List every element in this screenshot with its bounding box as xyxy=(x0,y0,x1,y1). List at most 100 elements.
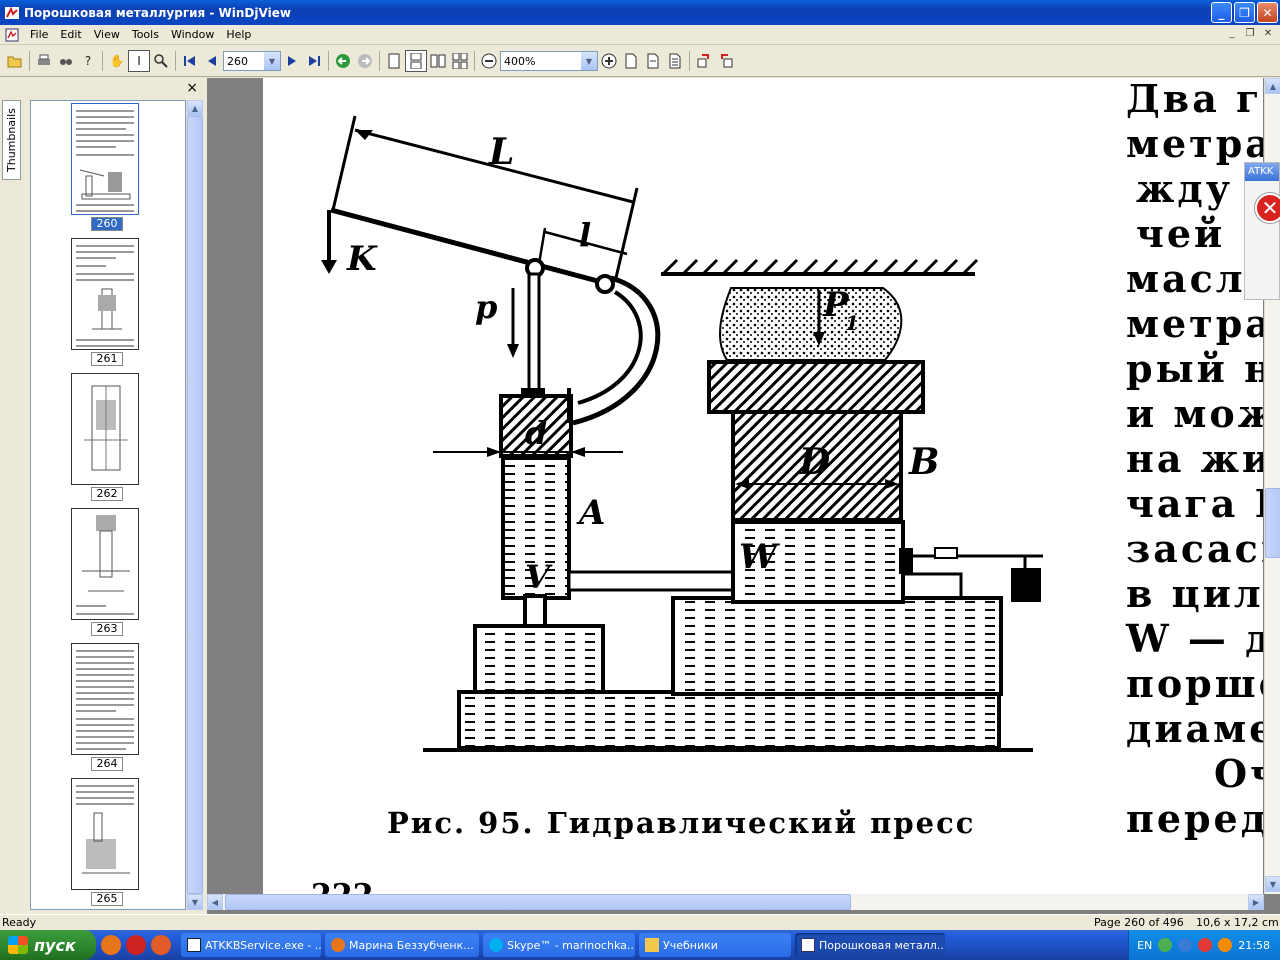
text-line: чей xyxy=(1136,211,1226,256)
title-bar[interactable]: Порошковая металлургия - WinDjView _ ❐ ✕ xyxy=(0,0,1280,25)
hydraulic-press-figure: L l K p P 1 d D B A W V xyxy=(321,115,1043,752)
opera-icon[interactable] xyxy=(126,935,146,955)
page-number-value: 260 xyxy=(227,54,248,68)
back-icon[interactable] xyxy=(332,50,354,72)
label-L: L xyxy=(488,131,514,173)
text-line: на жи xyxy=(1126,436,1263,481)
task-firefox[interactable]: Марина Беззубченк... xyxy=(325,933,479,957)
zoom-value: 400% xyxy=(504,54,536,68)
task-atkkbservice[interactable]: ATKKBService.exe - ... xyxy=(181,933,321,957)
task-label: Учебники xyxy=(663,938,718,952)
task-skype[interactable]: Skype™ - marinochka... xyxy=(483,933,635,957)
select-icon[interactable]: I xyxy=(128,50,150,72)
task-label: Марина Беззубченк... xyxy=(349,938,474,952)
zoom-icon[interactable] xyxy=(150,50,172,72)
task-label: ATKKBService.exe - ... xyxy=(205,938,321,952)
toolbar-separator xyxy=(328,51,329,71)
last-page-icon[interactable] xyxy=(303,50,325,72)
hand-icon[interactable]: ✋ xyxy=(106,50,128,72)
scrollbar-thumb[interactable] xyxy=(187,116,203,894)
minimize-button[interactable]: _ xyxy=(1211,2,1232,23)
forward-icon[interactable] xyxy=(354,50,376,72)
tab-thumbnails[interactable]: Thumbnails xyxy=(2,100,21,180)
thumbnail-scrollbar[interactable]: ▲ ▼ xyxy=(186,100,203,910)
browser-icon[interactable] xyxy=(151,935,171,955)
start-button[interactable]: пуск xyxy=(0,930,96,960)
chevron-down-icon[interactable]: ▼ xyxy=(581,52,597,70)
facing-icon[interactable] xyxy=(427,50,449,72)
prev-page-icon[interactable] xyxy=(201,50,223,72)
mdi-close-button[interactable]: ✕ xyxy=(1260,28,1276,42)
security-icon[interactable] xyxy=(1198,938,1213,952)
shield-icon[interactable] xyxy=(1158,938,1173,952)
task-windjview[interactable]: Порошковая металл... xyxy=(795,933,945,957)
menu-view[interactable]: View xyxy=(88,28,126,41)
viewer-horizontal-scrollbar[interactable]: ◀ ▶ xyxy=(207,894,1264,910)
text-line: метра xyxy=(1126,301,1263,346)
rotate-right-icon[interactable] xyxy=(715,50,737,72)
menu-help[interactable]: Help xyxy=(220,28,257,41)
maximize-button[interactable]: ❐ xyxy=(1234,2,1255,23)
update-icon[interactable] xyxy=(1218,938,1233,952)
print-icon[interactable] xyxy=(33,50,55,72)
thumbnail-262[interactable]: 262 xyxy=(71,373,143,501)
menu-file[interactable]: File xyxy=(24,28,54,41)
help-icon[interactable]: ? xyxy=(77,50,99,72)
actual-size-icon[interactable] xyxy=(664,50,686,72)
label-K: K xyxy=(346,239,378,279)
first-page-icon[interactable] xyxy=(179,50,201,72)
scroll-up-icon[interactable]: ▲ xyxy=(1265,78,1280,94)
thumbnail-264[interactable]: 264 xyxy=(71,643,143,771)
scroll-right-icon[interactable]: ▶ xyxy=(1248,894,1264,910)
scroll-up-icon[interactable]: ▲ xyxy=(187,100,203,116)
scroll-left-icon[interactable]: ◀ xyxy=(207,894,223,910)
label-W: W xyxy=(739,537,780,577)
single-page-icon[interactable] xyxy=(383,50,405,72)
next-page-icon[interactable] xyxy=(281,50,303,72)
mdi-restore-button[interactable]: ❐ xyxy=(1242,28,1258,42)
clock[interactable]: 21:58 xyxy=(1238,939,1270,952)
atkk-popup[interactable]: ATKK ✕ xyxy=(1244,162,1280,300)
find-icon[interactable] xyxy=(55,50,77,72)
thumbnail-261[interactable]: 261 xyxy=(71,238,143,366)
network-icon[interactable] xyxy=(1178,938,1193,952)
page-preview xyxy=(71,103,139,215)
menu-window[interactable]: Window xyxy=(165,28,220,41)
thumbnail-260[interactable]: 260 xyxy=(71,103,143,231)
continuous-facing-icon[interactable] xyxy=(449,50,471,72)
document-icon[interactable] xyxy=(4,27,20,43)
firefox-icon[interactable] xyxy=(101,935,121,955)
document-viewer[interactable]: L l K p P 1 d D B A W V Рис. 95. Гидравл… xyxy=(207,78,1280,914)
rotate-left-icon[interactable] xyxy=(693,50,715,72)
language-indicator[interactable]: EN xyxy=(1137,939,1152,952)
thumbnail-263[interactable]: 263 xyxy=(71,508,143,636)
thumbnail-265[interactable]: 265 xyxy=(71,778,143,906)
thumbnail-page-number: 264 xyxy=(91,757,123,771)
close-button[interactable]: ✕ xyxy=(1257,2,1278,23)
zoom-out-icon[interactable] xyxy=(478,50,500,72)
error-icon[interactable]: ✕ xyxy=(1255,193,1280,223)
menu-edit[interactable]: Edit xyxy=(54,28,87,41)
window-icon xyxy=(187,938,201,952)
page-number-combo[interactable]: 260 ▼ xyxy=(223,51,281,71)
scroll-down-icon[interactable]: ▼ xyxy=(1265,876,1280,892)
status-bar: Ready Page 260 of 496 10,6 x 17,2 cm xyxy=(0,914,1280,930)
atkk-popup-title: ATKK xyxy=(1245,163,1279,181)
thumbnail-panel: × 260 261 262 263 264 265 ▲ ▼ xyxy=(22,78,206,914)
task-folder[interactable]: Учебники xyxy=(639,933,791,957)
menu-tools[interactable]: Tools xyxy=(126,28,165,41)
open-icon[interactable] xyxy=(4,50,26,72)
zoom-combo[interactable]: 400% ▼ xyxy=(500,51,598,71)
mdi-minimize-button[interactable]: _ xyxy=(1224,28,1240,42)
scrollbar-thumb[interactable] xyxy=(225,894,851,910)
thumbnail-list[interactable]: 260 261 262 263 264 265 xyxy=(30,100,186,910)
scrollbar-thumb[interactable] xyxy=(1265,488,1280,558)
page-number-fragment: 222 xyxy=(311,878,374,894)
close-icon[interactable]: × xyxy=(186,80,198,96)
chevron-down-icon[interactable]: ▼ xyxy=(264,52,280,70)
fit-width-icon[interactable] xyxy=(642,50,664,72)
fit-page-icon[interactable] xyxy=(620,50,642,72)
zoom-in-icon[interactable] xyxy=(598,50,620,72)
continuous-icon[interactable] xyxy=(405,50,427,72)
scroll-down-icon[interactable]: ▼ xyxy=(187,894,203,910)
